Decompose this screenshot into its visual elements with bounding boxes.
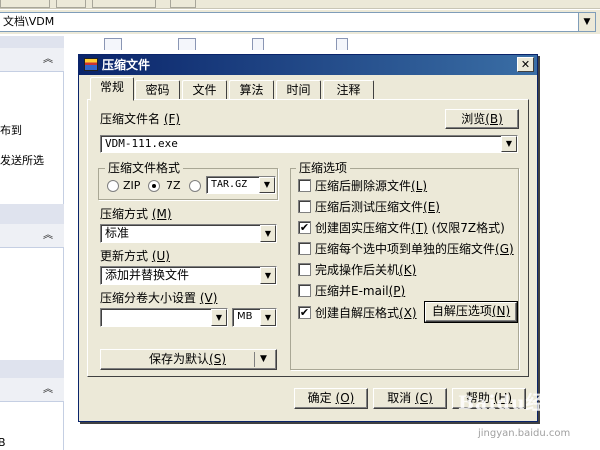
format-group-title: 压缩文件格式 bbox=[105, 161, 184, 175]
method-label: 压缩方式 (M) bbox=[100, 207, 172, 221]
chevron-down-icon[interactable]: ▼ bbox=[260, 352, 267, 367]
file-icon[interactable] bbox=[178, 38, 196, 50]
checkbox-label[interactable]: 完成操作后关机(K) bbox=[315, 263, 416, 277]
update-select[interactable]: 添加并替换文件 bbox=[100, 266, 277, 285]
cancel-button[interactable]: 取消 (C) bbox=[373, 388, 447, 409]
archive-name-label: 压缩文件名 (F) bbox=[100, 112, 181, 126]
file-icon[interactable] bbox=[336, 38, 348, 50]
radio-7z[interactable] bbox=[148, 180, 160, 192]
chevron-down-icon[interactable]: ▼ bbox=[260, 309, 276, 326]
ok-button[interactable]: 确定 (O) bbox=[294, 388, 368, 409]
radio-zip[interactable] bbox=[107, 180, 119, 192]
checkbox-test-archive[interactable] bbox=[298, 200, 311, 213]
checkbox-label[interactable]: 创建固实压缩文件(T) (仅限7Z格式) bbox=[315, 221, 505, 235]
chevron-up-icon[interactable]: ︽ bbox=[40, 52, 56, 68]
tab-time[interactable]: 时间 bbox=[276, 80, 321, 100]
dialog-title: 压缩文件 bbox=[102, 58, 151, 72]
file-icon[interactable] bbox=[252, 38, 264, 50]
tab-comment[interactable]: 注释 bbox=[323, 80, 374, 100]
tab-password[interactable]: 密码 bbox=[135, 80, 180, 100]
checkbox-create-sfx[interactable]: ✔ bbox=[298, 306, 311, 319]
checkbox-label[interactable]: 压缩后测试压缩文件(E) bbox=[315, 200, 440, 214]
checkbox-label[interactable]: 创建自解压格式(X) bbox=[315, 306, 417, 320]
tab-files[interactable]: 文件 bbox=[182, 80, 227, 100]
chevron-down-icon[interactable]: ▼ bbox=[501, 136, 517, 152]
watermark-logo: Baidu经验 bbox=[458, 392, 566, 414]
browse-button[interactable]: 浏览(B) bbox=[445, 109, 519, 129]
radio-7z-label[interactable]: 7Z bbox=[166, 179, 181, 193]
checkbox-label[interactable]: 压缩后删除源文件(L) bbox=[315, 179, 427, 193]
winrar-logo-icon bbox=[84, 58, 98, 71]
archive-name-input[interactable]: VDM-111.exe bbox=[100, 135, 518, 153]
address-input[interactable]: 文档\VDM bbox=[0, 12, 580, 32]
toolbar-back-button[interactable] bbox=[0, 0, 50, 8]
checkbox-delete-source[interactable] bbox=[298, 179, 311, 192]
checkbox-label[interactable]: 压缩并E-mail(P) bbox=[315, 284, 405, 298]
volume-size-input[interactable] bbox=[100, 308, 228, 327]
options-group-title: 压缩选项 bbox=[296, 161, 351, 175]
chevron-down-icon[interactable]: ▼ bbox=[211, 309, 227, 326]
checkbox-email[interactable] bbox=[298, 284, 311, 297]
checkbox-separate-archives[interactable] bbox=[298, 242, 311, 255]
method-select[interactable]: 标准 bbox=[100, 224, 277, 243]
file-icon[interactable] bbox=[104, 38, 122, 50]
checkbox-label[interactable]: 压缩每个选中项到单独的压缩文件(G) bbox=[315, 242, 514, 256]
chevron-down-icon[interactable]: ▼ bbox=[259, 177, 275, 193]
task-link[interactable]: 发送所选 bbox=[0, 152, 44, 168]
task-link[interactable]: 布到 bbox=[0, 122, 22, 138]
explorer-toolbar bbox=[0, 0, 600, 9]
address-dropdown-icon[interactable]: ▼ bbox=[578, 12, 596, 32]
checkbox-solid-archive[interactable]: ✔ bbox=[298, 221, 311, 234]
watermark-url: jingyan.baidu.com bbox=[478, 428, 571, 439]
tab-algorithm[interactable]: 算法 bbox=[229, 80, 274, 100]
radio-selected-dot bbox=[152, 184, 156, 188]
split-divider bbox=[254, 352, 255, 367]
chevron-down-icon[interactable]: ▼ bbox=[260, 225, 276, 242]
details-text: B bbox=[0, 436, 6, 449]
tab-general[interactable]: 常规 bbox=[90, 77, 134, 101]
chevron-up-icon[interactable]: ︽ bbox=[40, 228, 56, 244]
toolbar-views-button[interactable] bbox=[170, 0, 196, 8]
close-icon[interactable]: ✕ bbox=[517, 57, 534, 72]
checkbox-shutdown[interactable] bbox=[298, 263, 311, 276]
sfx-options-button[interactable]: 自解压选项(N) bbox=[424, 301, 518, 323]
save-default-button[interactable]: 保存为默认(S) bbox=[100, 349, 277, 370]
chevron-up-icon[interactable]: ︽ bbox=[40, 382, 56, 398]
volume-label: 压缩分卷大小设置 (V) bbox=[100, 291, 218, 305]
radio-other[interactable] bbox=[189, 180, 201, 192]
toolbar-pencil-button[interactable] bbox=[56, 0, 86, 8]
chevron-down-icon[interactable]: ▼ bbox=[260, 267, 276, 284]
update-label: 更新方式 (U) bbox=[100, 249, 170, 263]
toolbar-folders-button[interactable] bbox=[92, 0, 156, 8]
radio-zip-label[interactable]: ZIP bbox=[123, 179, 140, 193]
